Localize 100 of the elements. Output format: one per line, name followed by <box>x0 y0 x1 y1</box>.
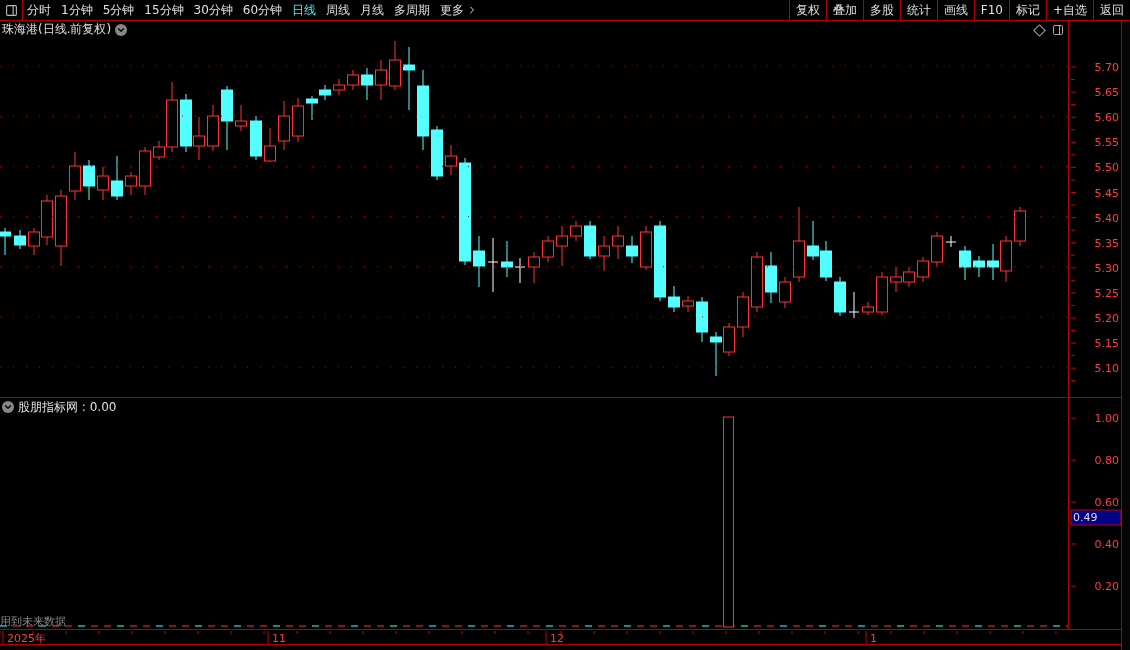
candlestick <box>514 257 526 284</box>
candlestick <box>737 291 749 338</box>
date-label: 11 <box>272 632 286 645</box>
candlestick <box>389 40 401 91</box>
candlestick <box>584 220 596 260</box>
candlestick <box>598 235 610 272</box>
candlestick <box>347 69 359 91</box>
date-label: 12 <box>550 632 564 645</box>
period-tab[interactable]: 30分钟 <box>189 0 239 20</box>
price-label: 5.35 <box>1094 236 1119 250</box>
period-tab[interactable]: 周线 <box>322 0 357 20</box>
candlestick <box>180 93 192 153</box>
candlestick <box>375 59 387 101</box>
candlestick <box>97 166 109 201</box>
candlestick <box>235 104 247 132</box>
candlestick <box>751 251 763 313</box>
dropdown-icon[interactable] <box>115 23 128 36</box>
period-tab[interactable]: 分时 <box>23 0 57 20</box>
candlestick <box>528 251 540 284</box>
candlestick <box>221 85 233 151</box>
candlestick <box>445 144 457 176</box>
candlestick <box>431 125 443 181</box>
candlestick <box>890 266 902 293</box>
period-tab[interactable]: 1分钟 <box>57 0 99 20</box>
candlestick <box>765 251 777 304</box>
indicator-label: 0.60 <box>1094 496 1119 509</box>
indicator-label: 1.00 <box>1094 412 1119 425</box>
candlestick <box>501 240 513 278</box>
price-label: 5.15 <box>1094 337 1119 351</box>
candlestick <box>556 225 568 267</box>
period-tab[interactable]: 15分钟 <box>140 0 190 20</box>
candlestick <box>139 146 151 196</box>
candlestick <box>403 46 415 111</box>
candlestick <box>696 296 708 343</box>
indicator-label: 0.40 <box>1094 538 1119 551</box>
candlestick <box>848 291 860 319</box>
candlestick <box>710 331 722 377</box>
candlestick <box>682 295 694 313</box>
candlestick <box>14 229 26 250</box>
candlestick <box>668 285 680 313</box>
indicator-name: 股朋指标网 : 0.00 <box>18 398 117 416</box>
candlestick <box>917 256 929 283</box>
indicator-label: 0.80 <box>1094 454 1119 467</box>
candlestick <box>862 301 874 316</box>
indicator-label: 0.20 <box>1094 580 1119 593</box>
candlestick <box>640 225 652 271</box>
candlestick <box>69 151 81 201</box>
candlestick <box>876 271 888 316</box>
price-label: 5.20 <box>1094 312 1119 325</box>
candlestick <box>83 159 95 201</box>
candlestick <box>570 220 582 242</box>
candlestick <box>207 104 219 152</box>
chart-title: 珠海港(日线.前复权) <box>2 21 112 38</box>
current-value-tag: 0.49 <box>1070 509 1121 526</box>
candlestick <box>125 171 137 196</box>
candlestick <box>111 155 123 201</box>
candlestick <box>779 276 791 309</box>
candlestick <box>250 115 262 161</box>
candlestick <box>278 100 290 151</box>
candlestick <box>820 240 832 282</box>
candlestick <box>723 322 735 357</box>
candlestick <box>473 235 485 288</box>
candlestick <box>542 235 554 263</box>
period-tab[interactable]: 多周期 <box>390 0 437 20</box>
price-label: 5.60 <box>1094 111 1119 125</box>
period-tab[interactable]: 60分钟 <box>238 0 289 20</box>
candlestick <box>612 225 624 260</box>
candlestick <box>945 235 957 248</box>
panel-icon[interactable] <box>1052 24 1064 36</box>
price-label: 5.70 <box>1094 61 1119 74</box>
candlestick <box>903 266 915 288</box>
price-label: 5.55 <box>1094 136 1119 150</box>
candlestick <box>1014 206 1026 247</box>
candlestick <box>834 276 846 317</box>
period-tab[interactable]: 5分钟 <box>98 0 141 20</box>
more-button[interactable]: 更多 <box>436 0 483 20</box>
price-label: 5.45 <box>1094 186 1119 200</box>
candlestick <box>333 78 345 96</box>
period-tab[interactable]: 月线 <box>356 0 391 20</box>
candlestick <box>807 220 819 261</box>
price-label: 5.50 <box>1094 161 1119 175</box>
period-tab[interactable]: 日线 <box>288 0 323 20</box>
date-label: 2025年 <box>7 632 46 645</box>
dropdown-icon[interactable] <box>2 401 14 413</box>
candlestick <box>626 235 638 264</box>
warning-text: 用到未来数据 <box>0 614 66 629</box>
candlestick <box>361 67 373 101</box>
candlestick <box>292 97 304 143</box>
candlestick <box>1000 235 1012 283</box>
candlestick <box>987 243 999 281</box>
candlestick <box>931 231 943 268</box>
price-label: 5.30 <box>1094 261 1119 275</box>
candlestick <box>193 116 205 161</box>
price-label: 5.10 <box>1094 362 1119 376</box>
price-label: 5.65 <box>1094 86 1119 100</box>
price-label: 5.25 <box>1094 286 1119 300</box>
candlestick <box>264 127 276 163</box>
candlestick <box>973 255 985 278</box>
candlestick <box>0 227 11 256</box>
candlestick <box>959 245 971 281</box>
